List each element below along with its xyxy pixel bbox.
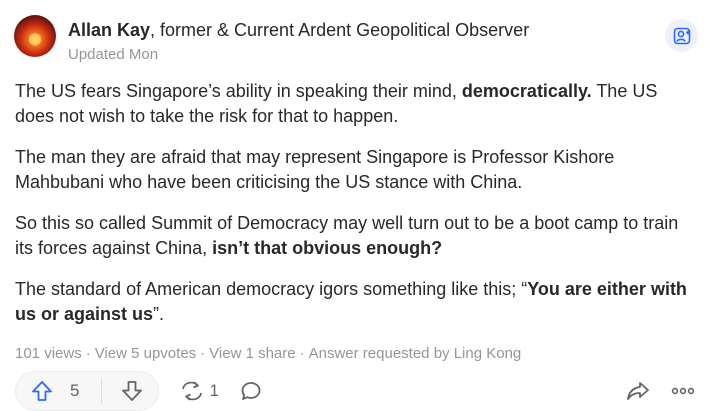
answer-paragraph-3: So this so called Summit of Democracy ma… (15, 211, 700, 261)
share-forward-icon (627, 382, 649, 400)
more-button[interactable] (671, 386, 695, 396)
view-upvotes-link[interactable]: View 5 upvotes (95, 345, 196, 362)
vote-pill: 5 (15, 371, 160, 411)
separator: · (299, 345, 305, 362)
reshare-icon (182, 381, 203, 401)
author-credential[interactable]: , former & Current Ardent Geopolitical O… (150, 20, 529, 40)
answer-paragraph-4: The standard of American democracy igors… (15, 277, 700, 327)
answer-paragraph-2: The man they are afraid that may represe… (15, 147, 615, 192)
views-count: 101 views (15, 345, 82, 362)
upvote-button[interactable]: 5 (30, 379, 79, 403)
answer-paragraph-1: The US fears Singapore’s ability in spea… (15, 79, 700, 129)
separator: · (85, 345, 91, 362)
answer-card: Allan Kay, former & Current Ardent Geopo… (0, 0, 709, 411)
arrow-up-icon (32, 381, 52, 401)
answer-requested-link[interactable]: Answer requested by Ling Kong (309, 345, 522, 362)
avatar[interactable] (14, 15, 56, 57)
upvote-count: 5 (70, 381, 80, 400)
share-button[interactable] (625, 379, 651, 403)
view-shares-link[interactable]: View 1 share (209, 345, 295, 362)
author-line: Allan Kay, former & Current Ardent Geopo… (68, 19, 529, 41)
more-dots-icon (671, 387, 695, 395)
reshare-count: 1 (209, 381, 219, 400)
updated-timestamp[interactable]: Updated Mon (68, 46, 529, 63)
paragraph-text: The standard of American democracy igors… (15, 279, 528, 299)
paragraph-text: ”. (153, 304, 165, 324)
person-add-icon (673, 27, 690, 44)
comment-button[interactable] (239, 379, 263, 403)
paragraph-text: The US fears Singapore’s ability in spea… (15, 81, 462, 101)
reshare-button[interactable]: 1 (179, 379, 219, 403)
action-bar: 5 1 (15, 371, 695, 411)
answer-header: Allan Kay, former & Current Ardent Geopo… (14, 15, 529, 63)
separator: · (200, 345, 206, 362)
author-meta: Allan Kay, former & Current Ardent Geopo… (68, 19, 529, 63)
bold-text: democratically. (461, 81, 592, 101)
answer-stats: 101 views · View 5 upvotes · View 1 share · An… (15, 345, 521, 362)
vote-divider (101, 378, 103, 404)
arrow-down-icon (122, 381, 143, 401)
answer-body: The US fears Singapore’s ability in spea… (15, 79, 700, 343)
follow-button[interactable] (665, 19, 698, 52)
comment-bubble-icon (241, 382, 261, 400)
bold-text: isn’t that obvious enough? (212, 238, 443, 258)
author-name[interactable]: Allan Kay (68, 20, 150, 40)
downvote-button[interactable] (120, 379, 144, 403)
